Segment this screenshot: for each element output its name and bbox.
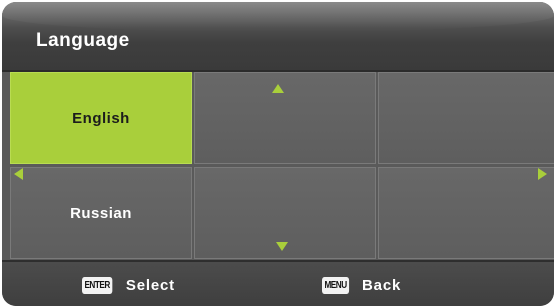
language-menu: Language English Russian ENTER Select ME… bbox=[2, 2, 554, 306]
menu-key-icon: MENU bbox=[322, 276, 350, 294]
language-option-russian[interactable]: Russian bbox=[10, 167, 192, 259]
back-hint-label: Back bbox=[362, 276, 402, 294]
arrow-down-icon[interactable] bbox=[276, 242, 288, 251]
enter-key-icon: ENTER bbox=[82, 276, 113, 294]
select-hint-label: Select bbox=[125, 276, 175, 294]
language-slot-empty bbox=[378, 167, 554, 259]
language-slot-empty bbox=[378, 72, 554, 164]
arrow-up-icon[interactable] bbox=[272, 84, 284, 93]
language-slot-empty bbox=[194, 72, 376, 164]
arrow-left-icon[interactable] bbox=[14, 168, 23, 180]
language-option-label: Russian bbox=[70, 204, 132, 222]
footer-hints: ENTER Select MENU Back bbox=[2, 260, 554, 306]
language-grid: English Russian bbox=[10, 72, 554, 259]
language-option-english[interactable]: English bbox=[10, 72, 192, 164]
back-hint: MENU Back bbox=[322, 262, 401, 306]
arrow-right-icon[interactable] bbox=[538, 168, 547, 180]
title-bar: Language bbox=[2, 2, 554, 72]
language-option-label: English bbox=[72, 109, 130, 127]
page-title: Language bbox=[36, 30, 130, 51]
select-hint: ENTER Select bbox=[82, 262, 175, 306]
